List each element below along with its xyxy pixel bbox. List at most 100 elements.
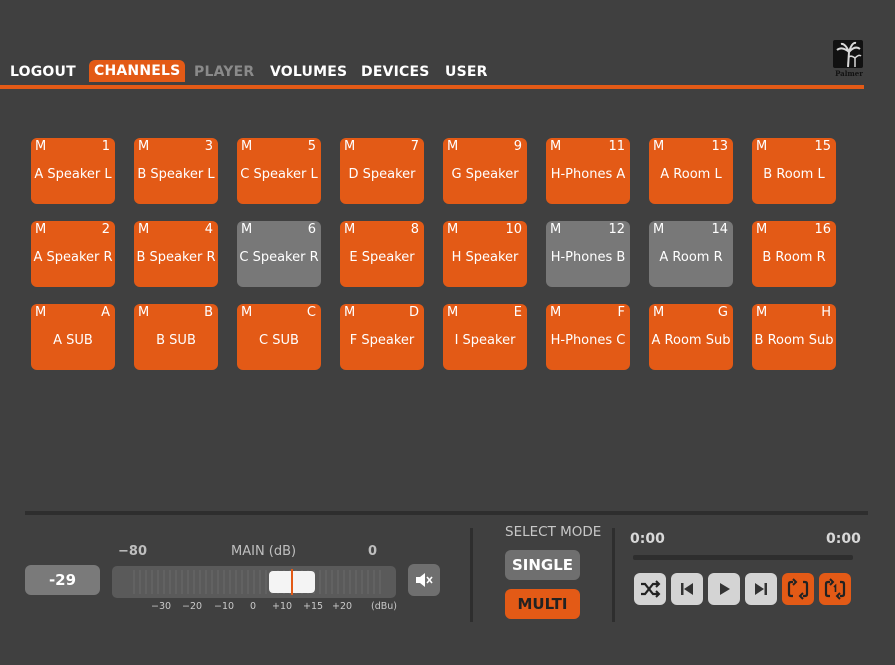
channel-tile[interactable]: M 11 H-Phones A [546, 138, 630, 204]
nav-volumes[interactable]: VOLUMES [270, 64, 347, 80]
channel-label: A Room Sub [651, 333, 731, 348]
mute-marker: M [241, 222, 253, 237]
channel-tile[interactable]: M 4 B Speaker R [134, 221, 218, 287]
mute-marker: M [756, 305, 768, 320]
channel-label: B Speaker R [136, 250, 216, 265]
mute-marker: M [138, 139, 150, 154]
nav-logout[interactable]: LOGOUT [10, 64, 76, 80]
channel-tile[interactable]: M 16 B Room R [752, 221, 836, 287]
speaker-mute-icon [416, 573, 433, 587]
nav-user[interactable]: USER [445, 64, 488, 80]
mute-marker: M [447, 222, 459, 237]
channel-label: A Speaker R [33, 250, 113, 265]
mute-marker: M [138, 222, 150, 237]
tick-label: +10 [272, 601, 293, 612]
mute-marker: M [756, 139, 768, 154]
mute-marker: M [35, 139, 47, 154]
channel-tile[interactable]: M 9 G Speaker [443, 138, 527, 204]
panel-divider [25, 511, 868, 515]
previous-button[interactable] [671, 573, 703, 605]
volume-fader[interactable] [112, 566, 396, 598]
channel-number: G [717, 305, 728, 320]
channel-tile[interactable]: M 5 C Speaker L [237, 138, 321, 204]
channel-label: B Room R [762, 250, 826, 265]
nav-devices[interactable]: DEVICES [361, 64, 430, 80]
channel-number: 1 [101, 139, 110, 154]
channel-tile[interactable]: M 2 A Speaker R [31, 221, 115, 287]
nav-player[interactable]: PLAYER [194, 64, 254, 80]
channel-tile[interactable]: M 13 A Room L [649, 138, 733, 204]
channel-label: C Speaker L [240, 167, 318, 182]
mute-marker: M [344, 139, 356, 154]
channel-number: 7 [410, 139, 419, 154]
channel-tile[interactable]: M 3 B Speaker L [134, 138, 218, 204]
channel-label: A Speaker L [34, 167, 112, 182]
play-button[interactable] [708, 573, 740, 605]
channel-tile[interactable]: M H B Room Sub [752, 304, 836, 370]
mute-marker: M [138, 305, 150, 320]
logo-text: Palmer [835, 69, 863, 78]
channel-tile[interactable]: M C C SUB [237, 304, 321, 370]
channel-number: 6 [307, 222, 316, 237]
channel-tile[interactable]: M E I Speaker [443, 304, 527, 370]
tick-label: −10 [214, 601, 235, 612]
channel-tile[interactable]: M 12 H-Phones B [546, 221, 630, 287]
volume-title: MAIN (dB) [231, 544, 297, 559]
channel-label: H-Phones C [550, 333, 626, 348]
channel-label: E Speaker [349, 250, 415, 265]
channel-tile[interactable]: M 10 H Speaker [443, 221, 527, 287]
repeat-one-button[interactable] [819, 573, 851, 605]
channel-number: B [204, 305, 213, 320]
separator-2 [612, 528, 615, 622]
channel-tile[interactable]: M 1 A Speaker L [31, 138, 115, 204]
channel-tile[interactable]: M 15 B Room L [752, 138, 836, 204]
mute-marker: M [653, 222, 665, 237]
mute-marker: M [35, 222, 47, 237]
tick-label: +20 [332, 601, 353, 612]
channel-number: 14 [711, 222, 728, 237]
channel-tile[interactable]: M 14 A Room R [649, 221, 733, 287]
channel-number: 5 [307, 139, 316, 154]
mute-marker: M [344, 305, 356, 320]
next-button[interactable] [745, 573, 777, 605]
progress-bar[interactable] [633, 555, 853, 560]
fader-indicator [291, 569, 293, 595]
channel-tile[interactable]: M D F Speaker [340, 304, 424, 370]
repeat-button[interactable] [782, 573, 814, 605]
fader-knob[interactable] [269, 569, 315, 595]
repeat-one-icon [824, 578, 846, 600]
tick-label: (dBu) [371, 601, 397, 612]
channel-tile[interactable]: M 8 E Speaker [340, 221, 424, 287]
channel-label: B Room L [763, 167, 825, 182]
select-mode-title: SELECT MODE [505, 524, 602, 540]
mute-marker: M [447, 305, 459, 320]
shuffle-button[interactable] [634, 573, 666, 605]
mute-marker: M [344, 222, 356, 237]
channel-label: I Speaker [454, 333, 516, 348]
nav-underline [0, 85, 864, 89]
channel-tile[interactable]: M G A Room Sub [649, 304, 733, 370]
channel-label: B Speaker L [137, 167, 215, 182]
multi-mode-button[interactable]: MULTI [505, 589, 580, 619]
channel-label: G Speaker [451, 167, 519, 182]
mute-marker: M [550, 305, 562, 320]
time-current: 0:00 [630, 531, 665, 547]
channel-number: 15 [814, 139, 831, 154]
scale-max-label: 0 [368, 544, 378, 559]
channel-label: D Speaker [348, 167, 416, 182]
single-mode-button[interactable]: SINGLE [505, 550, 580, 580]
channel-label: B SUB [156, 333, 196, 348]
channel-number: C [306, 305, 316, 320]
nav-channels[interactable]: CHANNELS [89, 60, 186, 82]
channel-label: A SUB [53, 333, 93, 348]
channel-number: H [821, 305, 831, 320]
channel-label: F Speaker [349, 333, 415, 348]
channel-tile[interactable]: M F H-Phones C [546, 304, 630, 370]
channel-tile[interactable]: M B B SUB [134, 304, 218, 370]
channel-number: D [408, 305, 419, 320]
channel-tile[interactable]: M 6 C Speaker R [237, 221, 321, 287]
channel-tile[interactable]: M 7 D Speaker [340, 138, 424, 204]
channel-tile[interactable]: M A A SUB [31, 304, 115, 370]
mute-button[interactable] [408, 564, 440, 596]
channel-number: 3 [204, 139, 213, 154]
